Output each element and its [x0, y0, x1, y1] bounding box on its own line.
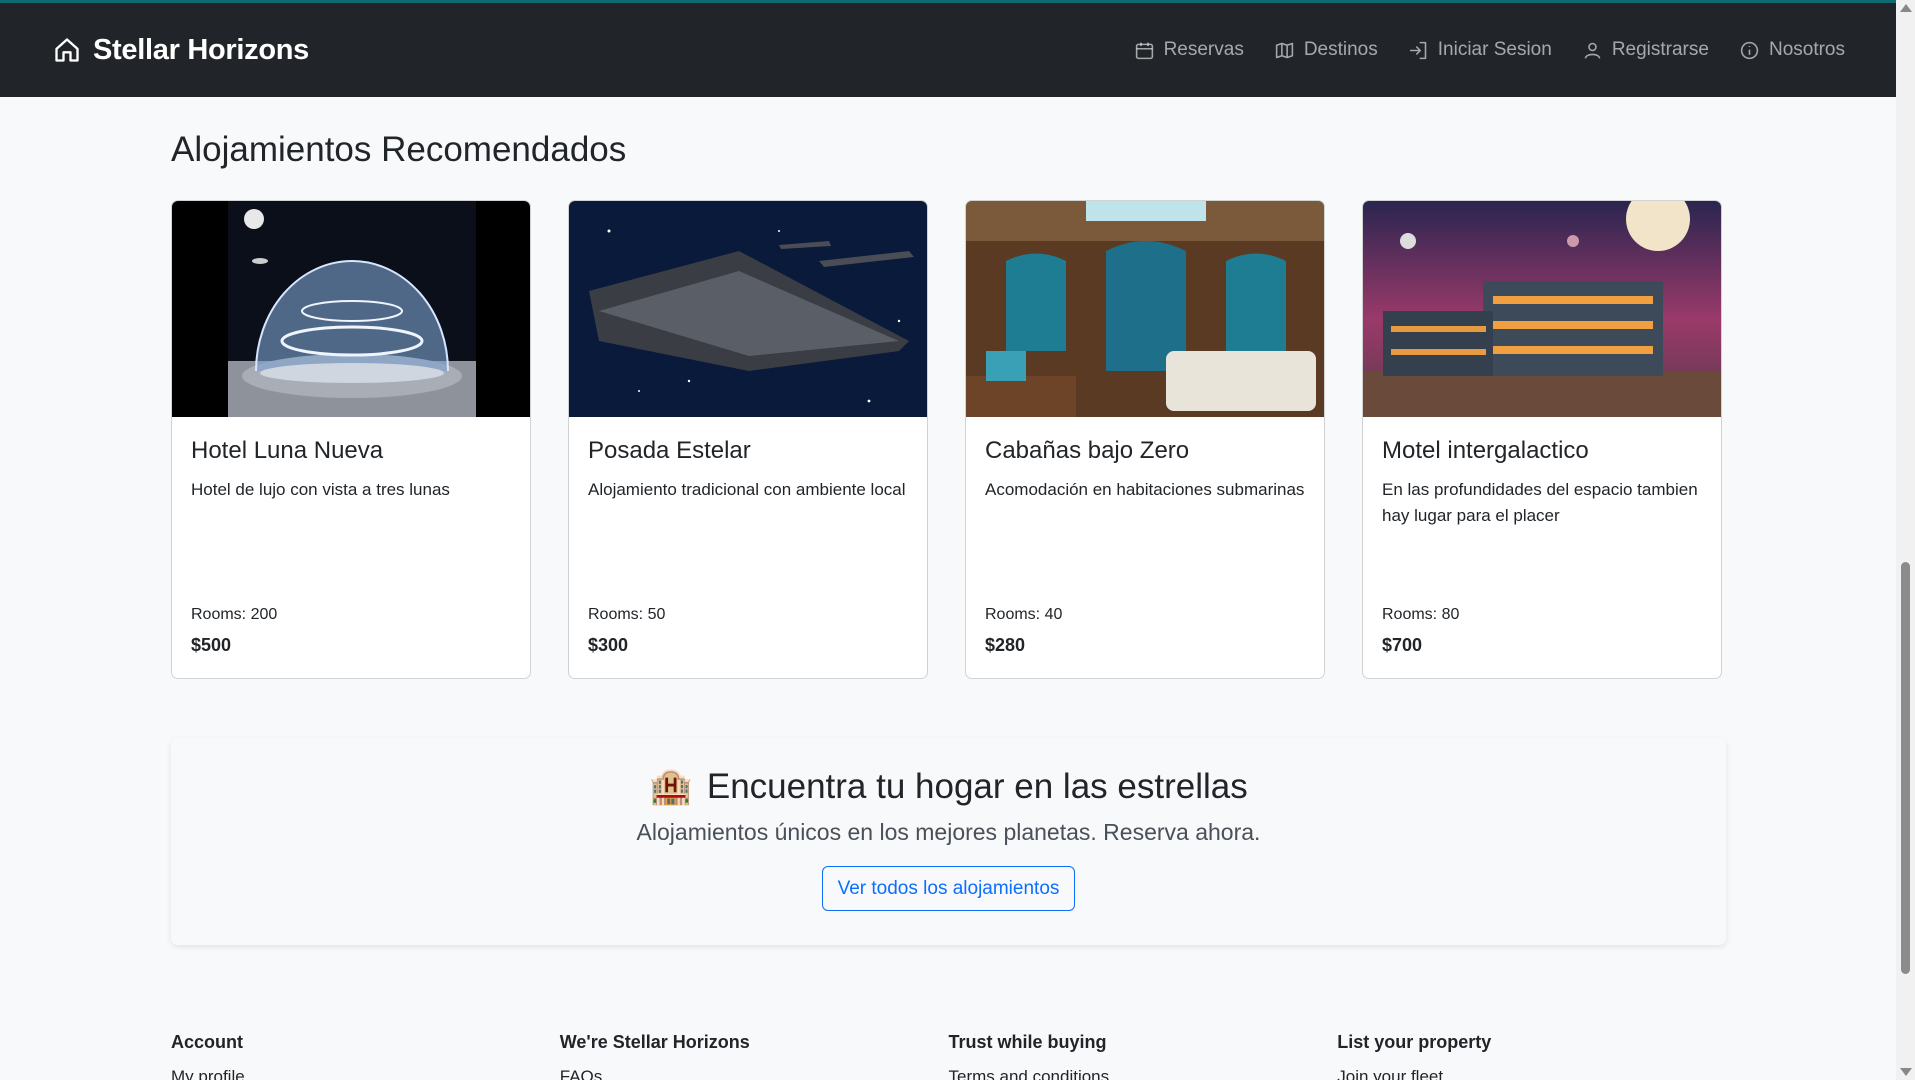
accommodation-card[interactable]: Posada Estelar Alojamiento tradicional c… — [568, 200, 928, 679]
nav-link-nosotros[interactable]: Nosotros — [1739, 39, 1845, 61]
scroll-down-arrow-icon[interactable] — [1900, 1068, 1912, 1076]
footer-column-about: We're Stellar Horizons FAQs — [560, 1032, 949, 1080]
footer-column-account: Account My profile — [171, 1032, 560, 1080]
page-scrollbar[interactable] — [1896, 0, 1915, 1080]
nav-link-label: Destinos — [1303, 39, 1378, 60]
card-rooms: Rooms: 200 — [191, 606, 278, 623]
card-image — [1363, 201, 1721, 417]
nav-link-label: Registrarse — [1611, 39, 1709, 60]
hotel-icon: 🏨 — [649, 767, 693, 806]
card-title: Hotel Luna Nueva — [191, 437, 384, 464]
footer-link[interactable]: Terms and conditions — [949, 1067, 1338, 1080]
promo-title-text: Encuentra tu hogar en las estrellas — [706, 766, 1248, 806]
section-title: Alojamientos Recomendados — [171, 130, 627, 169]
footer-link[interactable]: Join your fleet — [1337, 1067, 1726, 1080]
promo-subtitle: Alojamientos únicos en los mejores plane… — [636, 819, 1261, 845]
footer-heading: List your property — [1337, 1032, 1492, 1052]
nav-link-label: Reservas — [1163, 39, 1244, 60]
footer-link[interactable]: FAQs — [560, 1067, 949, 1080]
nav-link-label: Nosotros — [1768, 39, 1845, 60]
accommodation-cards: Hotel Luna Nueva Hotel de lujo con vista… — [171, 200, 1722, 679]
login-icon — [1409, 41, 1427, 59]
accommodation-card[interactable]: Hotel Luna Nueva Hotel de lujo con vista… — [171, 200, 531, 679]
card-description: En las profundidades del espacio tambien… — [1382, 480, 1698, 525]
nav-link-reservas[interactable]: Reservas — [1134, 39, 1244, 61]
card-price: $300 — [588, 635, 629, 655]
view-all-accommodations-button[interactable]: Ver todos los alojamientos — [821, 866, 1076, 911]
card-image — [966, 201, 1324, 417]
footer: Account My profile We're Stellar Horizon… — [171, 1032, 1726, 1080]
user-icon — [1584, 42, 1601, 59]
footer-heading: We're Stellar Horizons — [559, 1032, 750, 1052]
card-title: Motel intergalactico — [1382, 437, 1589, 464]
map-icon — [1275, 42, 1293, 58]
brand-link[interactable]: Stellar Horizons — [53, 34, 309, 67]
nav-link-iniciar-sesion[interactable]: Iniciar Sesion — [1408, 39, 1552, 61]
promo-title: 🏨 Encuentra tu hogar en las estrellas — [171, 766, 1726, 807]
brand-name: Stellar Horizons — [93, 33, 309, 66]
card-price: $280 — [985, 635, 1026, 655]
accommodation-card[interactable]: Motel intergalactico En las profundidade… — [1362, 200, 1722, 679]
home-icon — [55, 38, 79, 62]
card-title: Posada Estelar — [588, 437, 751, 464]
info-icon — [1740, 41, 1759, 59]
card-image — [569, 201, 927, 417]
scroll-up-arrow-icon[interactable] — [1900, 4, 1912, 12]
calendar-icon — [1135, 42, 1153, 59]
footer-column-trust: Trust while buying Terms and conditions — [949, 1032, 1338, 1080]
footer-link[interactable]: My profile — [171, 1067, 560, 1080]
card-image — [172, 201, 530, 417]
nav-link-registrarse[interactable]: Registrarse — [1582, 39, 1709, 61]
nav-link-destinos[interactable]: Destinos — [1274, 39, 1378, 61]
navbar: Stellar Horizons Reservas Destinos Inici… — [0, 3, 1896, 97]
nav-links: Reservas Destinos Iniciar Sesion Registr… — [1134, 39, 1845, 61]
card-price: $500 — [191, 635, 232, 655]
accommodation-card[interactable]: Cabañas bajo Zero Acomodación en habitac… — [965, 200, 1325, 679]
card-rooms: Rooms: 40 — [985, 606, 1063, 623]
card-price: $700 — [1382, 635, 1423, 655]
card-description: Acomodación en habitaciones submarinas — [985, 480, 1305, 499]
footer-heading: Account — [171, 1032, 243, 1052]
card-description: Alojamiento tradicional con ambiente loc… — [588, 480, 906, 499]
card-rooms: Rooms: 50 — [588, 606, 666, 623]
card-description: Hotel de lujo con vista a tres lunas — [191, 480, 450, 499]
nav-link-label: Iniciar Sesion — [1437, 39, 1552, 60]
card-rooms: Rooms: 80 — [1382, 606, 1460, 623]
scroll-thumb[interactable] — [1901, 562, 1910, 974]
card-title: Cabañas bajo Zero — [985, 437, 1190, 464]
promo-banner: 🏨 Encuentra tu hogar en las estrellas Al… — [171, 738, 1726, 945]
footer-heading: Trust while buying — [948, 1032, 1107, 1052]
footer-column-property: List your property Join your fleet — [1337, 1032, 1726, 1080]
